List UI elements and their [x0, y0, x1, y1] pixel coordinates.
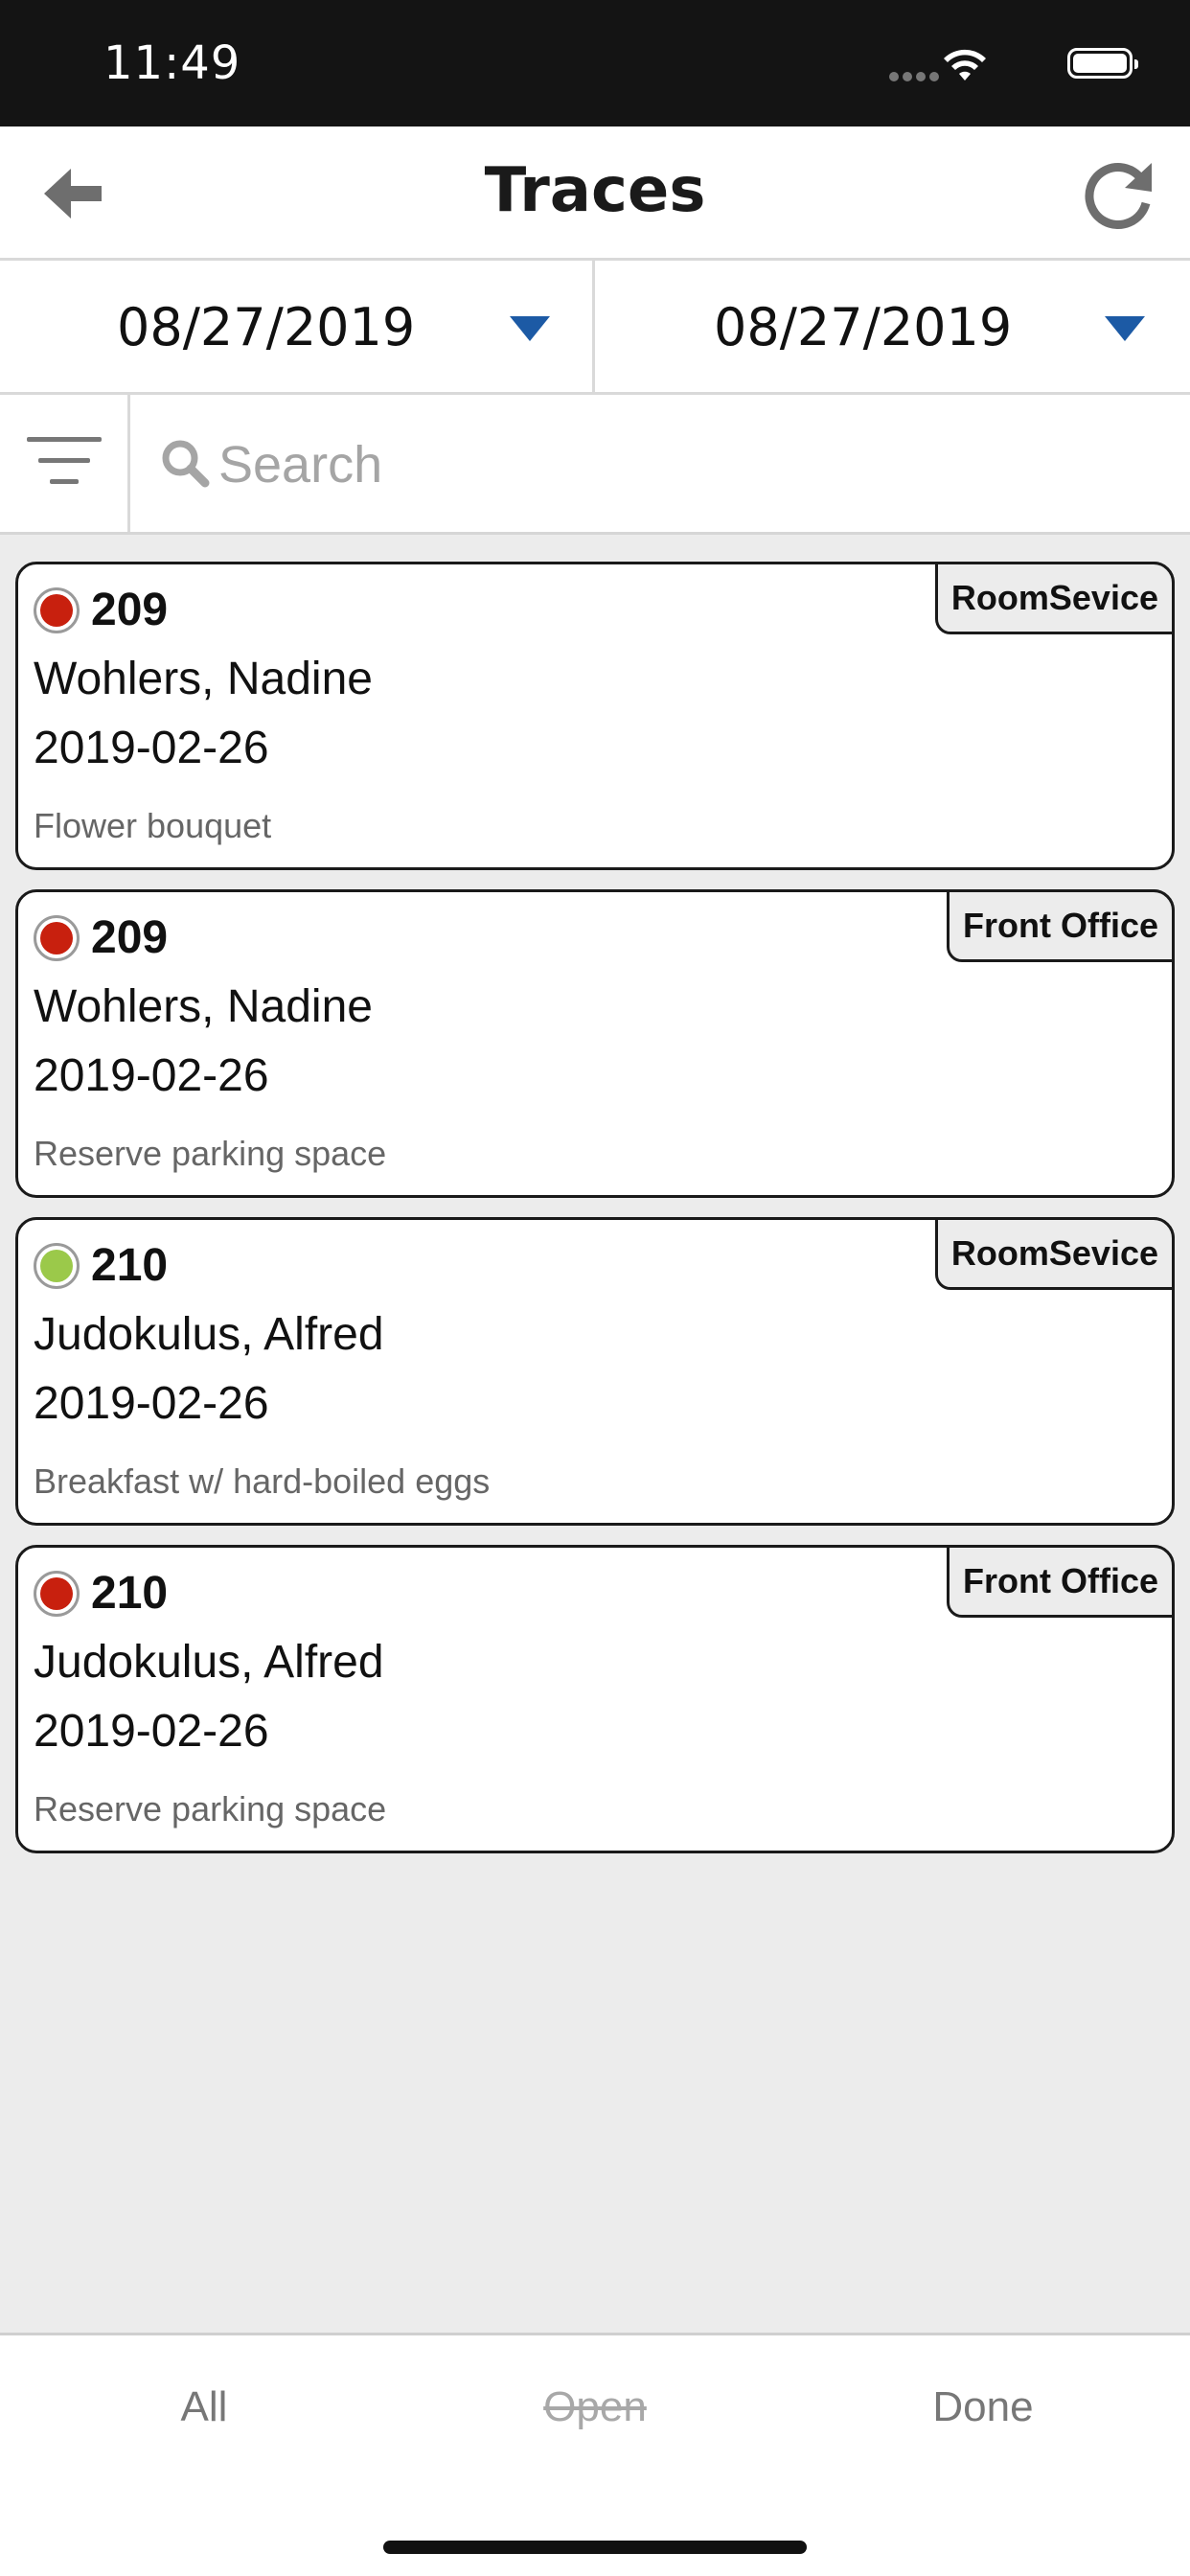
refresh-icon — [1085, 163, 1152, 229]
tab-done[interactable]: Done — [887, 2383, 1079, 2431]
status-time: 11:49 — [103, 36, 241, 90]
wifi-icon — [944, 49, 986, 80]
filter-button[interactable] — [0, 395, 130, 532]
trace-note: Reserve parking space — [34, 1789, 387, 1828]
date-from-picker[interactable]: 08/27/2019 — [0, 261, 595, 392]
room-number: 210 — [91, 1240, 169, 1291]
trace-date: 2019-02-26 — [34, 1706, 269, 1757]
trace-note: Flower bouquet — [34, 806, 272, 845]
guest-name: Wohlers, Nadine — [34, 654, 373, 704]
room-number: 209 — [91, 912, 169, 963]
search-input[interactable] — [217, 427, 1140, 502]
room-number: 209 — [91, 585, 169, 635]
guest-name: Judokulus, Alfred — [34, 1637, 384, 1688]
status-bar: 11:49 — [0, 0, 1190, 126]
status-icons — [845, 46, 1138, 86]
trace-note: Breakfast w/ hard-boiled eggs — [34, 1461, 491, 1501]
room-number: 210 — [91, 1568, 169, 1619]
trace-date: 2019-02-26 — [34, 723, 269, 773]
department-badge: Front Office — [947, 1545, 1175, 1618]
date-range-row: 08/27/2019 08/27/2019 — [0, 261, 1190, 395]
status-dot-icon — [34, 1571, 80, 1617]
trace-date: 2019-02-26 — [34, 1378, 269, 1429]
trace-card[interactable]: RoomSevice 209 Wohlers, Nadine 2019-02-2… — [15, 562, 1175, 870]
page-title: Traces — [484, 155, 706, 226]
date-from-value: 08/27/2019 — [117, 297, 416, 357]
trace-date: 2019-02-26 — [34, 1050, 269, 1101]
tab-open[interactable]: Open — [499, 2383, 691, 2431]
tab-all[interactable]: All — [108, 2383, 300, 2431]
department-badge: RoomSevice — [934, 562, 1175, 634]
date-to-picker[interactable]: 08/27/2019 — [595, 261, 1190, 392]
cellular-signal-icon — [889, 69, 943, 86]
guest-name: Wohlers, Nadine — [34, 981, 373, 1032]
trace-card[interactable]: RoomSevice 210 Judokulus, Alfred 2019-02… — [15, 1217, 1175, 1526]
department-badge: RoomSevice — [934, 1217, 1175, 1290]
chevron-down-icon — [1105, 316, 1145, 341]
trace-card[interactable]: Front Office 209 Wohlers, Nadine 2019-02… — [15, 889, 1175, 1198]
status-dot-icon — [34, 1243, 80, 1289]
refresh-button[interactable] — [1079, 153, 1159, 234]
status-dot-icon — [34, 587, 80, 633]
search-icon — [162, 440, 210, 488]
trace-note: Reserve parking space — [34, 1134, 387, 1173]
guest-name: Judokulus, Alfred — [34, 1309, 384, 1360]
battery-icon — [1067, 48, 1138, 79]
department-badge: Front Office — [947, 889, 1175, 962]
navigation-header: Traces — [0, 126, 1190, 261]
date-to-value: 08/27/2019 — [714, 297, 1013, 357]
chevron-down-icon — [510, 316, 550, 341]
home-indicator[interactable] — [383, 2541, 807, 2554]
trace-card[interactable]: Front Office 210 Judokulus, Alfred 2019-… — [15, 1545, 1175, 1853]
status-dot-icon — [34, 915, 80, 961]
search-row — [0, 395, 1190, 535]
bottom-tab-bar: All Open Done — [0, 2333, 1190, 2576]
